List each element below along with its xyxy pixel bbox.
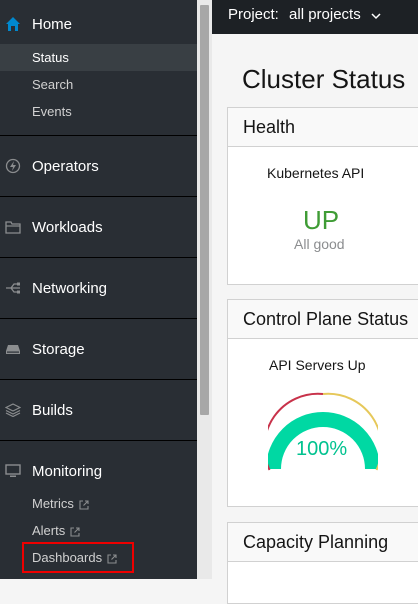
capacity-planning-card: Capacity Planning [227,522,418,604]
project-label: Project: [228,6,279,23]
sidebar-item-label: Metrics [32,496,74,512]
api-servers-label: API Servers Up [269,357,366,373]
card-header: Capacity Planning [228,523,418,562]
sidebar-item-label: Alerts [32,523,66,539]
nav-section-label: Storage [32,340,85,358]
chevron-down-icon [371,7,381,24]
project-selector[interactable]: Project: all projects [228,6,381,24]
sidebar-item-label: Dashboards [32,550,103,566]
scrollbar-thumb[interactable] [200,5,209,415]
nav-section-label: Operators [32,157,99,175]
project-value: all projects [289,6,361,23]
sidebar-item-status[interactable]: Status [0,44,197,71]
sidebar-item-search[interactable]: Search [0,71,197,98]
home-icon [4,15,22,33]
main-content: Cluster Status Health Kubernetes API UP … [212,34,418,604]
sidebar-item-label: Events [32,104,72,119]
sidebar-item-dashboards[interactable]: Dashboards [0,545,197,572]
nav-section-label: Builds [32,401,73,419]
page-title: Cluster Status [242,64,406,94]
sidebar-item-events[interactable]: Events [0,98,197,125]
sidebar-item-label-wrap: Alerts [32,523,80,539]
monitor-icon [4,462,22,480]
sidebar-item-alerts[interactable]: Alerts [0,518,197,545]
network-icon [4,279,22,297]
control-plane-card: Control Plane Status API Servers Up 100% [227,299,418,507]
nav-section-label: Networking [32,279,108,297]
sidebar-nav: Home Status Search Events Operators Work… [0,0,197,579]
sidebar-item-label: Search [32,77,74,92]
sidebar-scrollbar[interactable] [197,0,212,579]
sidebar-item-label: Status [32,50,69,65]
folder-icon [4,218,22,236]
nav-section-operators[interactable]: Operators [0,136,197,196]
card-header: Control Plane Status [228,300,418,339]
nav-section-workloads[interactable]: Workloads [0,197,197,257]
nav-section-storage[interactable]: Storage [0,319,197,379]
external-link-icon [79,498,89,513]
nav-section-label: Monitoring [32,462,103,480]
layers-icon [4,401,22,419]
kubernetes-api-label: Kubernetes API [267,165,365,181]
card-header: Health [228,108,418,147]
sidebar-item-label-wrap: Metrics [32,496,89,512]
nav-section-networking[interactable]: Networking [0,258,197,318]
storage-icon [4,340,22,358]
sidebar-item-metrics[interactable]: Metrics [0,491,197,518]
sidebar-item-label-wrap: Dashboards [32,550,117,566]
nav-section-label: Workloads [32,218,103,236]
health-status-value: UP [303,205,340,235]
project-selector-bar: Project: all projects [212,0,418,34]
external-link-icon [70,525,80,540]
health-status-note: All good [294,236,345,252]
nav-section-builds[interactable]: Builds [0,380,197,440]
gauge-value-label: 100% [296,438,348,460]
health-card: Health Kubernetes API UP All good [227,107,418,285]
nav-section-label: Home [32,15,73,33]
bolt-icon [4,157,22,175]
external-link-icon [107,552,117,567]
